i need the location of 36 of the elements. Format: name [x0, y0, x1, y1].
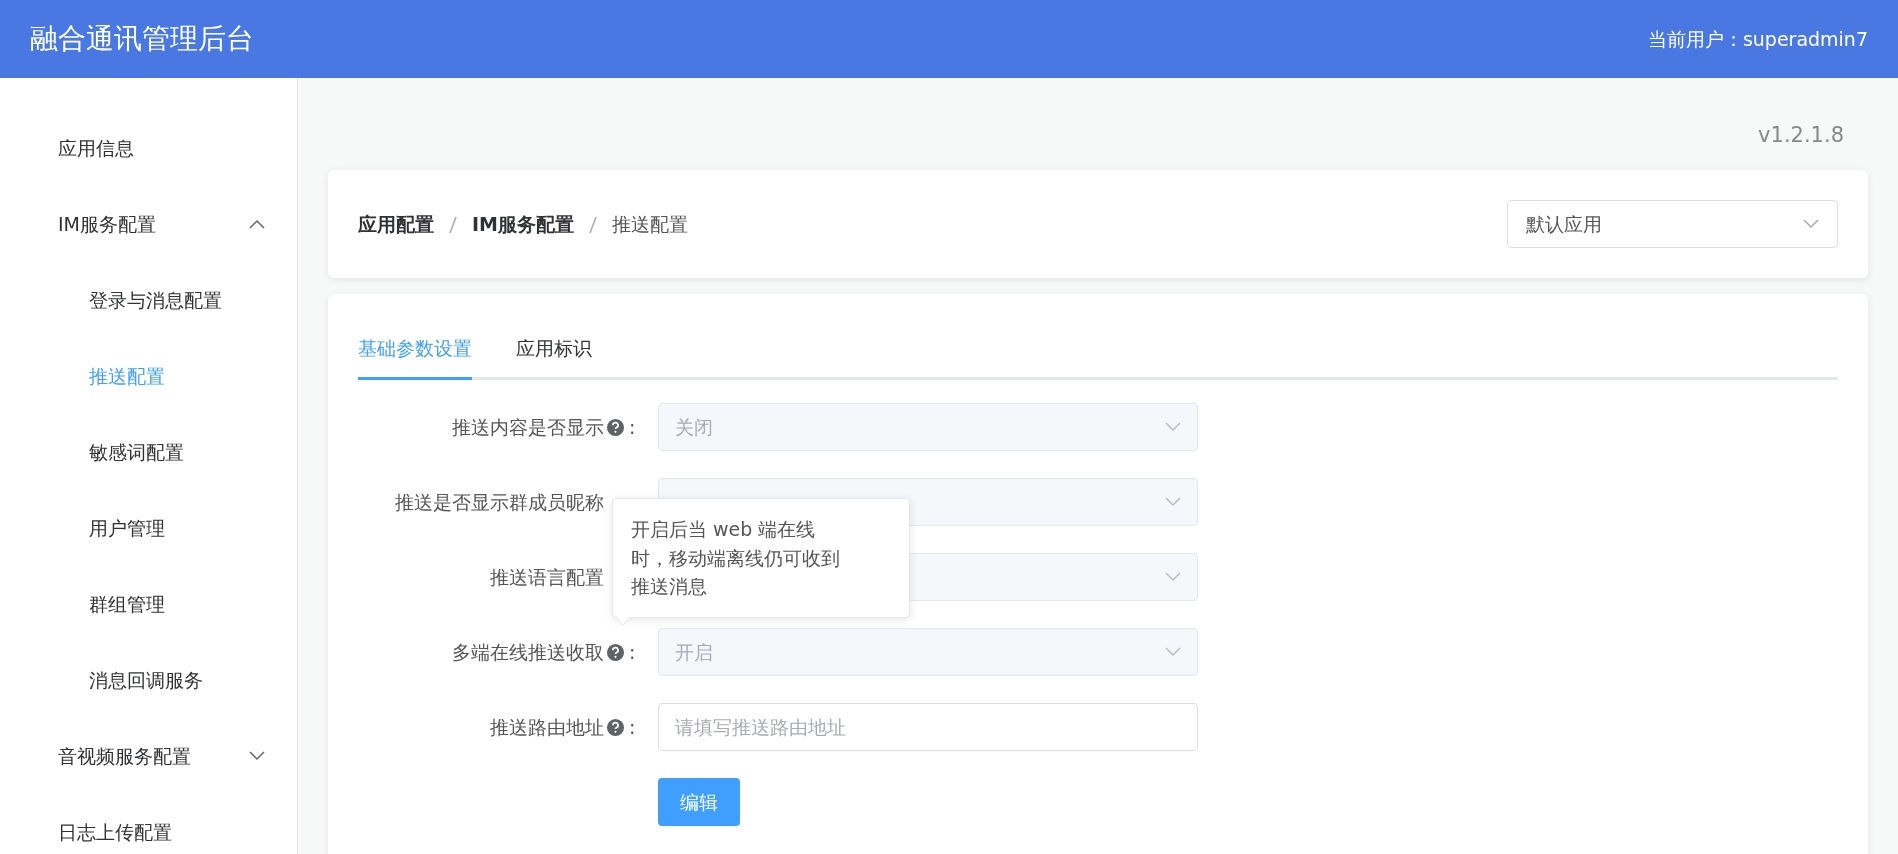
- breadcrumb-item[interactable]: IM服务配置: [472, 209, 574, 239]
- chevron-down-icon: [1165, 422, 1181, 432]
- app-select[interactable]: 默认应用: [1507, 200, 1838, 248]
- version-label: v1.2.1.8: [1758, 123, 1844, 147]
- chevron-down-icon: [1165, 647, 1181, 657]
- input-field[interactable]: 请填写推送路由地址: [658, 703, 1198, 751]
- label-colon: :: [629, 714, 636, 740]
- breadcrumb-item[interactable]: 应用配置: [358, 209, 434, 239]
- field-label: 推送路由地址: [490, 714, 604, 740]
- app-title: 融合通讯管理后台: [30, 21, 254, 57]
- sidebar-item[interactable]: 消息回调服务: [0, 660, 297, 700]
- sidebar-item[interactable]: 音视频服务配置: [0, 736, 297, 776]
- help-icon[interactable]: [606, 717, 625, 737]
- chevron-down-icon: [1165, 572, 1181, 582]
- chevron-down-icon: [1165, 497, 1181, 507]
- label-colon: :: [629, 414, 636, 440]
- breadcrumb-item: 推送配置: [612, 211, 688, 237]
- sidebar-item[interactable]: 应用信息: [0, 128, 297, 168]
- field-label: 推送是否显示群成员昵称: [395, 489, 604, 515]
- sidebar-item[interactable]: 群组管理: [0, 584, 297, 624]
- chevron-down-icon: [1803, 219, 1819, 229]
- sidebar-item[interactable]: 敏感词配置: [0, 432, 297, 472]
- sidebar-item[interactable]: 登录与消息配置: [0, 280, 297, 320]
- sidebar-item[interactable]: 用户管理: [0, 508, 297, 548]
- label-colon: :: [629, 639, 636, 665]
- tooltip-arrow-icon: [616, 616, 630, 626]
- sidebar-item[interactable]: 日志上传配置: [0, 812, 297, 852]
- sidebar-item[interactable]: IM服务配置: [0, 204, 297, 244]
- chevron-up-icon: [249, 219, 265, 229]
- field-label: 多端在线推送收取: [452, 639, 604, 665]
- field-label: 推送内容是否显示: [452, 414, 604, 440]
- current-user: 当前用户：superadmin7: [1647, 26, 1868, 52]
- tooltip: 开启后当 web 端在线时，移动端离线仍可收到推送消息: [612, 498, 910, 618]
- chevron-down-icon: [249, 751, 265, 761]
- field-label: 推送语言配置: [490, 564, 604, 590]
- tab[interactable]: 应用标识: [516, 334, 592, 380]
